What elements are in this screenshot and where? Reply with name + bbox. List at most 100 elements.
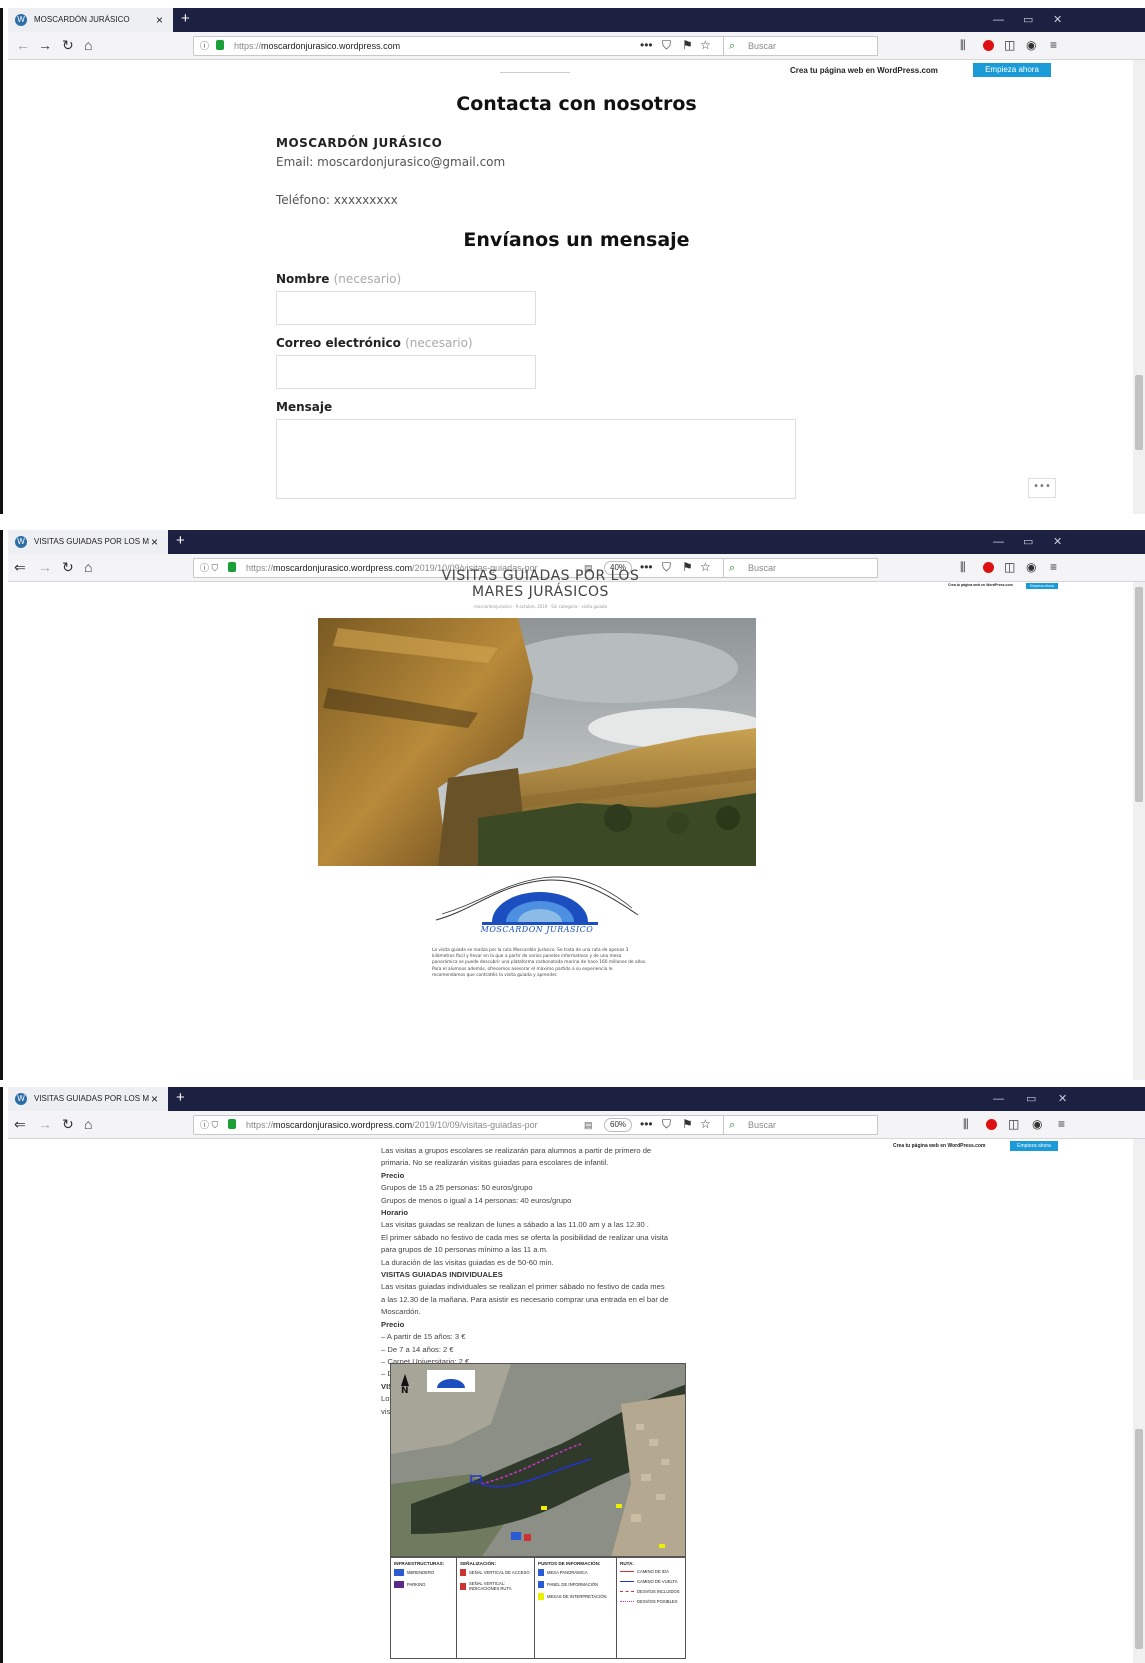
scroll-thumb[interactable] — [1135, 1429, 1143, 1649]
tab-title: VISITAS GUIADAS POR LOS M — [34, 537, 149, 546]
body-line: Las visitas a grupos escolares se realiz… — [381, 1146, 652, 1155]
new-tab-button[interactable]: + — [181, 8, 190, 30]
close-tab-icon[interactable]: × — [151, 1087, 158, 1111]
close-window-icon[interactable]: ✕ — [1058, 1087, 1067, 1111]
mensaje-label: Mensaje — [276, 400, 333, 414]
punto-swatch — [538, 1593, 544, 1600]
correo-field[interactable] — [276, 355, 536, 389]
punto-swatch — [538, 1581, 544, 1588]
minimize-icon[interactable]: — — [993, 1087, 1004, 1111]
phone-text: Teléfono: xxxxxxxxx — [276, 193, 398, 207]
ruta-line — [620, 1591, 634, 1592]
scrollbar[interactable] — [1133, 60, 1145, 514]
zoom-indicator[interactable]: 60% — [604, 1118, 633, 1132]
url-prefix: https:// — [234, 41, 262, 51]
scroll-thumb[interactable] — [1135, 587, 1143, 802]
library-icon[interactable]: ⫼ — [960, 559, 966, 575]
sidebar-icon[interactable]: ◫ — [1008, 1116, 1019, 1132]
close-window-icon[interactable]: ✕ — [1053, 530, 1062, 554]
mensaje-textarea[interactable] — [276, 419, 796, 499]
back-icon[interactable]: ⇐ — [14, 558, 26, 576]
tab-bar: W VISITAS GUIADAS POR LOS M × + — ▭ ✕ — [8, 1087, 1145, 1111]
flag-icon[interactable]: ⚑ — [682, 37, 693, 53]
library-icon[interactable]: ⫼ — [963, 1116, 969, 1132]
browser-tab[interactable]: W VISITAS GUIADAS POR LOS M × — [8, 530, 168, 554]
scrollbar[interactable] — [1133, 1139, 1145, 1663]
back-icon[interactable]: ← — [16, 36, 30, 54]
wp-start-button[interactable]: Empieza ahora — [973, 63, 1051, 77]
address-bar[interactable]: ⓘ https://moscardonjurasico.wordpress.co… — [193, 36, 738, 56]
flag-icon[interactable]: ⚑ — [682, 1116, 693, 1132]
home-icon[interactable]: ⌂ — [84, 1115, 92, 1133]
more-actions-icon[interactable]: ••• — [640, 37, 653, 53]
adblock-icon[interactable] — [983, 40, 994, 51]
adblock-icon[interactable] — [983, 562, 994, 573]
url-prefix: https:// — [246, 1120, 274, 1130]
close-tab-icon[interactable]: × — [151, 530, 158, 554]
browser-tab[interactable]: W MOSCARDÓN JURÁSICO × — [8, 8, 173, 32]
menu-icon[interactable]: ≡ — [1058, 1116, 1065, 1132]
minimize-icon[interactable]: — — [993, 8, 1004, 32]
wp-create-link[interactable]: Crea tu página web en WordPress.com — [948, 583, 1013, 587]
pocket-icon[interactable]: ⛉ — [662, 1116, 671, 1132]
body-line: La duración de las visitas guiadas es de… — [381, 1257, 554, 1267]
search-icon: ⌕ — [729, 40, 736, 52]
close-window-icon[interactable]: ✕ — [1053, 8, 1062, 32]
restore-icon[interactable]: ▭ — [1023, 8, 1033, 32]
legend-item: PANEL DE INFORMACIÓN — [547, 1582, 599, 1587]
reload-icon[interactable]: ↻ — [62, 36, 74, 54]
restore-icon[interactable]: ▭ — [1026, 1087, 1036, 1111]
home-icon[interactable]: ⌂ — [84, 36, 92, 54]
menu-icon[interactable]: ≡ — [1050, 559, 1057, 575]
back-icon[interactable]: ⇐ — [14, 1115, 26, 1133]
legend-item: DESVÍOS POSIBLES — [637, 1599, 678, 1604]
nombre-field[interactable] — [276, 291, 536, 325]
canyon-photo — [318, 618, 756, 866]
ruta-line — [620, 1581, 634, 1582]
reload-icon[interactable]: ↻ — [62, 558, 74, 576]
wp-start-button[interactable]: Empieza ahora — [1026, 583, 1058, 589]
forward-icon[interactable]: → — [38, 558, 52, 576]
pocket-icon[interactable]: ⛉ — [662, 37, 671, 53]
forward-icon[interactable]: → — [38, 36, 52, 54]
info-icon[interactable]: ⓘ ⛉ — [200, 559, 218, 577]
wp-create-link[interactable]: Crea tu página web en WordPress.com — [790, 66, 938, 75]
info-icon[interactable]: ⓘ ⛉ — [200, 1116, 218, 1134]
more-actions-icon[interactable]: ••• — [640, 1116, 653, 1132]
new-tab-button[interactable]: + — [176, 530, 185, 552]
bookmark-star-icon[interactable]: ☆ — [700, 37, 711, 53]
scrollbar[interactable] — [1133, 582, 1145, 1080]
info-icon[interactable]: ⓘ — [200, 37, 209, 55]
minimize-icon[interactable]: — — [993, 530, 1004, 554]
sidebar-icon[interactable]: ◫ — [1004, 37, 1015, 53]
restore-icon[interactable]: ▭ — [1023, 530, 1033, 554]
home-icon[interactable]: ⌂ — [84, 558, 92, 576]
forward-icon[interactable]: → — [38, 1115, 52, 1133]
search-bar[interactable]: ⌕ Buscar — [723, 1115, 878, 1135]
more-button[interactable]: ••• — [1028, 478, 1056, 498]
bookmark-star-icon[interactable]: ☆ — [700, 1116, 711, 1132]
search-bar[interactable]: ⌕ Buscar — [723, 36, 878, 56]
browser-tab[interactable]: W VISITAS GUIADAS POR LOS M × — [8, 1087, 168, 1111]
account-icon[interactable]: ◉ — [1032, 1116, 1042, 1132]
wordpress-bar: Crea tu página web en WordPress.com Empi… — [8, 63, 1145, 79]
reader-view-icon[interactable]: ▤ — [584, 1116, 593, 1134]
wp-create-link[interactable]: Crea tu página web en WordPress.com — [893, 1143, 985, 1149]
wordpress-icon: W — [15, 14, 27, 26]
wp-start-button[interactable]: Empieza ahora — [1010, 1141, 1058, 1151]
punto-swatch — [538, 1569, 544, 1576]
sidebar-icon[interactable]: ◫ — [1004, 559, 1015, 575]
adblock-icon[interactable] — [986, 1119, 997, 1130]
body-line: – De 7 a 14 años: 2 € — [381, 1344, 454, 1354]
library-icon[interactable]: ⫼ — [960, 37, 966, 53]
body-line: Moscardón. — [381, 1307, 421, 1317]
body-line: primaria. No se realizarán visitas guiad… — [381, 1158, 609, 1168]
account-icon[interactable]: ◉ — [1026, 559, 1036, 575]
close-tab-icon[interactable]: × — [156, 8, 163, 32]
new-tab-button[interactable]: + — [176, 1087, 185, 1109]
scroll-thumb[interactable] — [1135, 375, 1143, 450]
account-icon[interactable]: ◉ — [1026, 37, 1036, 53]
menu-icon[interactable]: ≡ — [1050, 37, 1057, 53]
section-heading: Precio — [381, 1319, 405, 1329]
reload-icon[interactable]: ↻ — [62, 1115, 74, 1133]
